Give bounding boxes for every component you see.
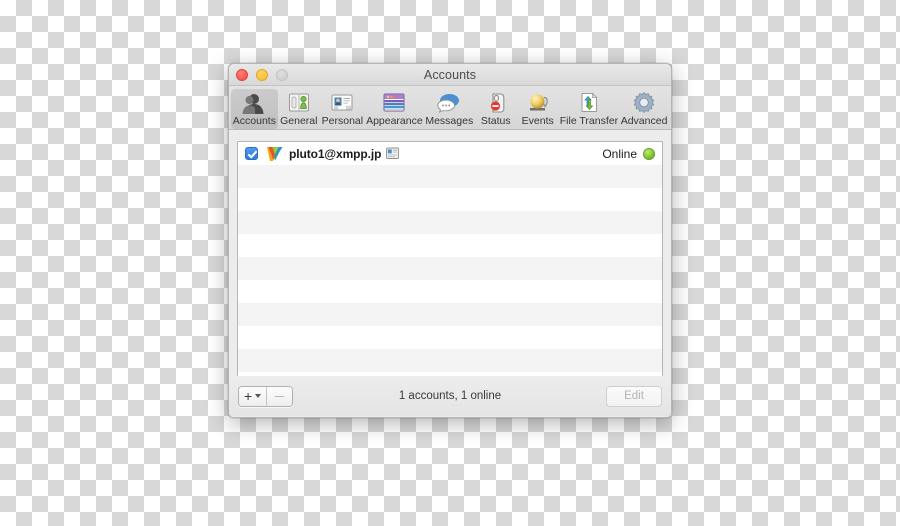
add-remove-segmented-control: + xyxy=(238,385,294,407)
messages-icon xyxy=(437,94,460,113)
toolbar-label: Messages xyxy=(425,115,474,127)
table-row[interactable]: pluto1@xmpp.jp Online xyxy=(238,142,662,165)
close-button-icon[interactable] xyxy=(236,69,248,81)
appearance-icon xyxy=(383,93,405,112)
toolbar-item-accounts[interactable]: Accounts xyxy=(231,89,278,129)
add-account-button[interactable]: + xyxy=(239,386,267,406)
toolbar-item-advanced[interactable]: Advanced xyxy=(619,89,669,129)
personal-icon xyxy=(331,94,353,111)
accounts-list[interactable]: pluto1@xmpp.jp Online xyxy=(237,141,663,379)
jabber-account-icon xyxy=(267,147,283,161)
toolbar-item-general[interactable]: General xyxy=(278,89,320,129)
accounts-content-area: pluto1@xmpp.jp Online xyxy=(229,130,671,379)
account-name: pluto1@xmpp.jp xyxy=(289,146,382,161)
zoom-button-icon[interactable] xyxy=(276,69,288,81)
account-status-label: Online xyxy=(602,146,637,161)
online-status-icon xyxy=(643,147,655,160)
chevron-down-icon xyxy=(255,394,262,398)
toolbar-item-appearance[interactable]: Appearance xyxy=(365,89,424,129)
window-titlebar: Accounts xyxy=(229,64,671,86)
empty-row xyxy=(238,349,662,372)
window-title: Accounts xyxy=(423,68,477,82)
empty-row xyxy=(238,303,662,326)
preferences-toolbar: Accounts General Personal Appearance Mes… xyxy=(229,86,671,130)
accounts-preferences-window: Accounts Accounts General Personal Appea… xyxy=(228,63,672,418)
advanced-icon xyxy=(633,92,655,113)
toolbar-label: Appearance xyxy=(366,115,423,127)
toolbar-label: Accounts xyxy=(232,115,276,127)
accounts-icon xyxy=(242,94,264,114)
file-transfer-icon xyxy=(581,92,598,112)
toolbar-label: General xyxy=(280,115,318,127)
remove-account-button[interactable] xyxy=(266,386,293,406)
general-icon xyxy=(288,93,309,112)
toolbar-label: Events xyxy=(521,115,554,127)
toolbar-item-events[interactable]: Events xyxy=(517,89,559,129)
toolbar-label: File Transfer xyxy=(559,115,619,127)
edit-button[interactable]: Edit xyxy=(606,385,662,407)
toolbar-label: Personal xyxy=(321,115,364,127)
plus-icon: + xyxy=(244,388,253,404)
toolbar-item-messages[interactable]: Messages xyxy=(424,89,475,129)
toolbar-item-file-transfer[interactable]: File Transfer xyxy=(559,89,619,129)
toolbar-label: Status xyxy=(480,115,511,127)
empty-row xyxy=(238,326,662,349)
minimize-button-icon[interactable] xyxy=(256,69,268,81)
traffic-lights xyxy=(236,69,288,81)
status-icon xyxy=(490,93,505,113)
empty-row xyxy=(238,257,662,280)
accounts-bottom-bar: + 1 accounts, 1 online Edit xyxy=(229,376,671,416)
vcard-badge-icon xyxy=(386,147,400,159)
empty-row xyxy=(238,234,662,257)
empty-row xyxy=(238,211,662,234)
empty-row xyxy=(238,280,662,303)
toolbar-item-status[interactable]: Status xyxy=(475,89,517,129)
empty-row xyxy=(238,188,662,211)
toolbar-item-personal[interactable]: Personal xyxy=(320,89,365,129)
events-icon xyxy=(529,94,548,111)
account-enabled-checkbox[interactable] xyxy=(245,147,258,160)
accounts-count-label: 1 accounts, 1 online xyxy=(398,390,502,402)
empty-row xyxy=(238,165,662,188)
minus-icon xyxy=(275,395,285,397)
toolbar-label: Advanced xyxy=(620,115,668,127)
